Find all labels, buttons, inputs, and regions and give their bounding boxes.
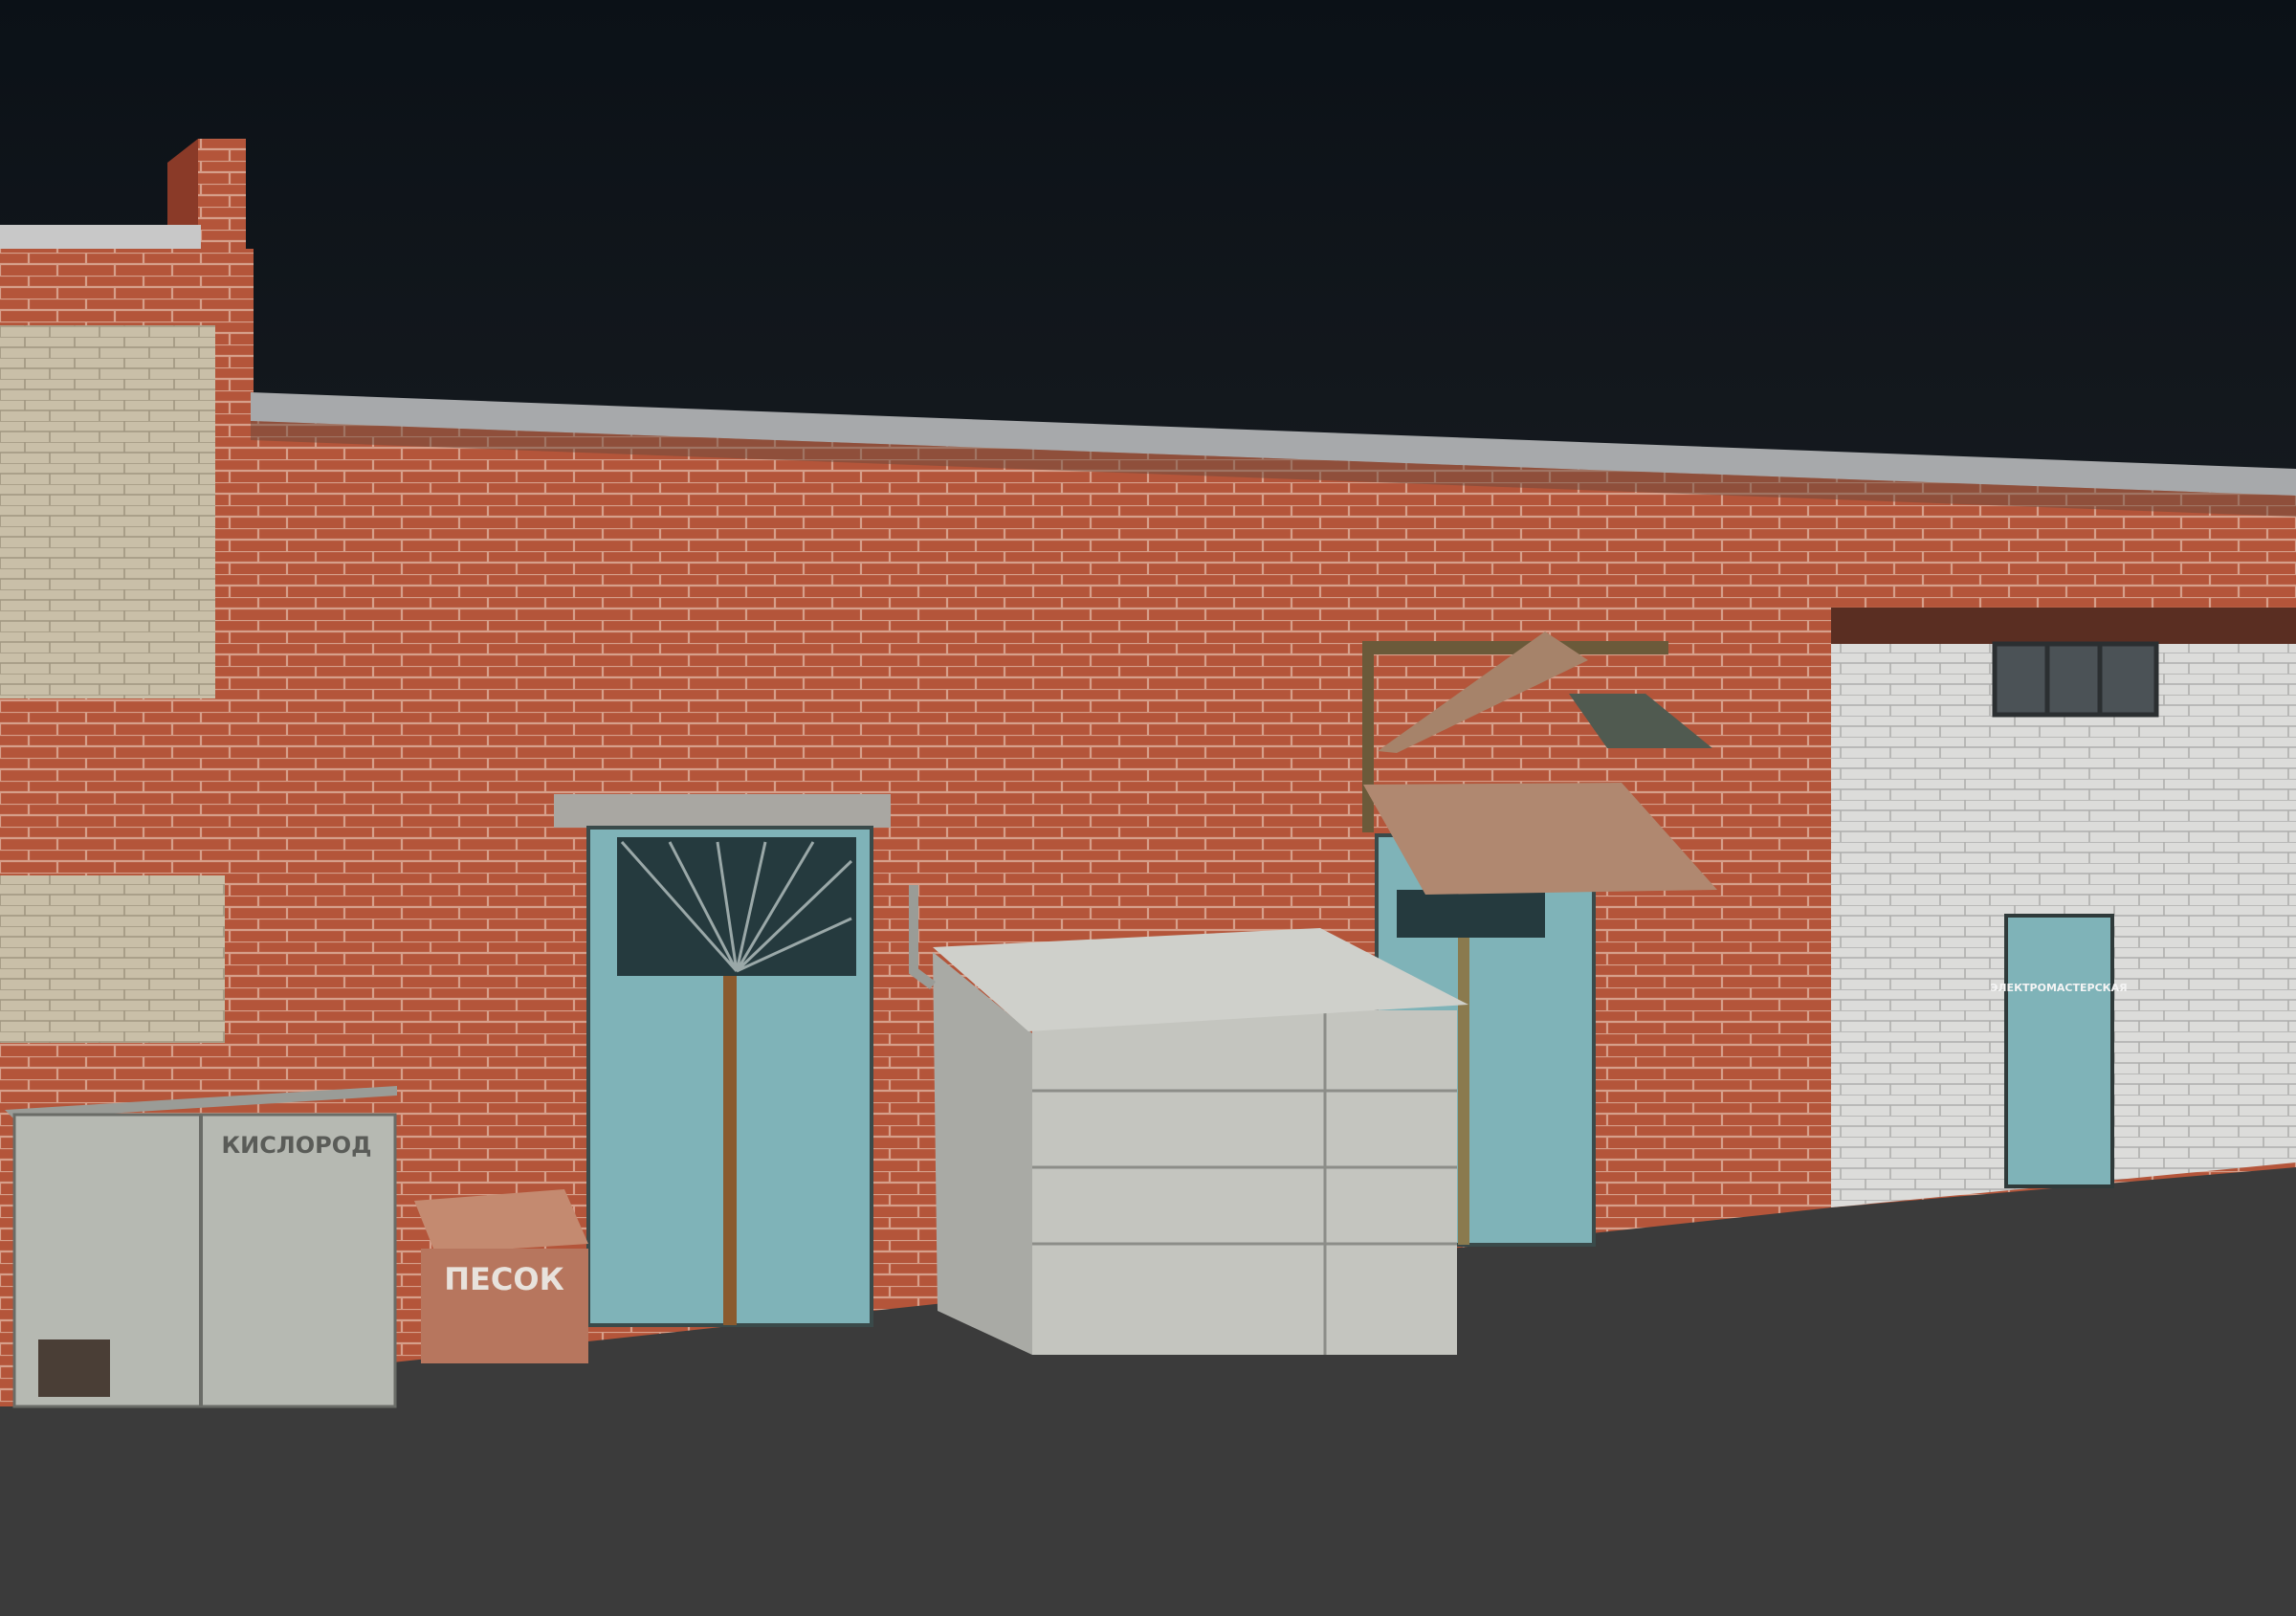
workshop-door: ЭЛЕКТРОМАСТЕРСКАЯ: [1990, 914, 2128, 1188]
double-door-left: [554, 794, 891, 1327]
oxygen-cabinet: КИСЛОРОД: [5, 1086, 397, 1408]
metal-shed: [933, 928, 1468, 1355]
sand-label: ПЕСОК: [444, 1261, 563, 1297]
oxygen-label: КИСЛОРОД: [221, 1132, 371, 1159]
steel-beam: [1831, 608, 2296, 644]
white-brick-section: ЭЛЕКТРОМАСТЕРСКАЯ: [1831, 608, 2296, 1207]
render-viewport: ЭЛЕКТРОМАСТЕРСКАЯ КИСЛОРОД ПЕСОК: [0, 0, 2296, 1616]
workshop-door-sign: ЭЛЕКТРОМАСТЕРСКАЯ: [1990, 982, 2127, 994]
door-grille: [617, 837, 856, 976]
window: [1992, 641, 2159, 718]
sand-box: ПЕСОК: [414, 1189, 588, 1363]
